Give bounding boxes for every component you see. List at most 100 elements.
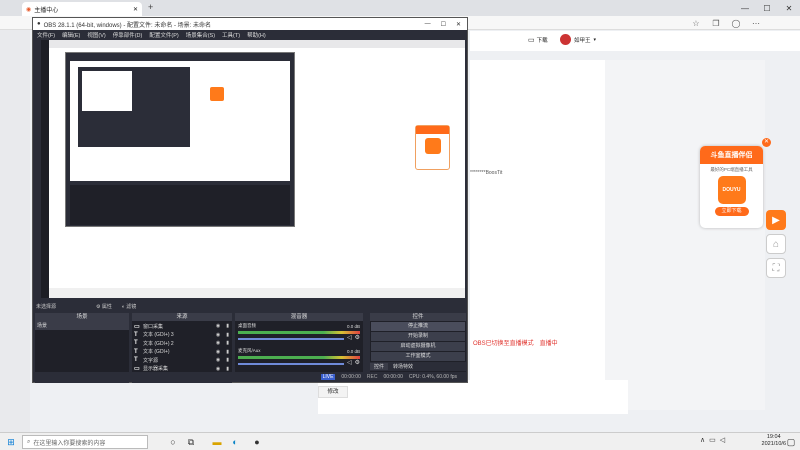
source-type-icon: T — [134, 357, 138, 364]
scenes-list[interactable]: 场景 — [35, 321, 129, 373]
gear-icon[interactable]: ⚙ — [355, 334, 360, 341]
obs-preview[interactable] — [41, 40, 465, 298]
control-button[interactable]: 启动虚拟摄像机 — [371, 342, 465, 351]
eye-icon[interactable]: ◉ — [216, 357, 220, 363]
source-item[interactable]: ▭ 窗口采集 ◉ ▮ — [132, 322, 232, 331]
control-button[interactable]: 停止推流 — [371, 322, 465, 331]
volume-icon[interactable]: ◁ — [720, 436, 725, 444]
speaker-icon[interactable]: ◁ — [347, 334, 352, 341]
channel-db: 0.0 dB — [346, 348, 360, 354]
obs-menu-item[interactable]: 工具(T) — [222, 31, 240, 39]
new-tab-button[interactable]: + — [148, 2, 153, 12]
cortana-icon[interactable]: ○ — [166, 435, 180, 449]
obs-menu-item[interactable]: 编辑(E) — [62, 31, 80, 39]
notification-icon[interactable]: ▢ — [784, 435, 798, 449]
capture-titlebar — [49, 40, 465, 48]
obs-menu-item[interactable]: 文件(F) — [37, 31, 55, 39]
scenes-dock-header: 场景 — [35, 313, 129, 321]
properties-button[interactable]: ⚙ 属性 — [96, 303, 112, 310]
tray-chevron-icon[interactable]: ∧ — [700, 436, 705, 444]
minimize-button[interactable]: — — [734, 0, 756, 16]
source-type-icon: T — [134, 348, 138, 355]
lock-icon[interactable]: ▮ — [226, 332, 229, 338]
source-item[interactable]: T 文本 (GDI+) 2 ◉ ▮ — [132, 339, 232, 348]
obs-maximize-icon[interactable]: ☐ — [441, 21, 446, 28]
more-icon[interactable]: ⋯ — [750, 17, 762, 29]
sources-list[interactable]: ▭ 窗口采集 ◉ ▮ T 文本 (GDI+) 3 ◉ ▮ T 文本 (GDI+) 2 ◉ ▮ T 文本 (… — [132, 321, 232, 381]
source-item[interactable]: T 文本 (GDI+) ◉ ▮ — [132, 348, 232, 357]
control-button[interactable]: 工作室模式 — [371, 352, 465, 361]
tab-close-icon[interactable]: ✕ — [133, 6, 138, 13]
user-name[interactable]: 如甲王 — [574, 36, 591, 44]
douyu-promo-card[interactable]: 斗鱼直播伴侣 最好的PC端直播工具 DOUYU 立即下载 — [700, 146, 763, 228]
lock-icon[interactable]: ▮ — [226, 340, 229, 346]
tab-favicon-icon: ◉ — [26, 6, 32, 13]
obs-menu-item[interactable]: 配置文件(P) — [149, 31, 178, 39]
eye-icon[interactable]: ◉ — [216, 366, 220, 372]
gear-icon[interactable]: ⚙ — [355, 359, 360, 366]
taskbar-search[interactable]: ⌕ 在这里输入你要搜索的内容 — [22, 435, 148, 449]
scene-item[interactable]: 场景 — [35, 321, 129, 330]
download-link[interactable]: 下载 — [537, 36, 548, 44]
eye-icon[interactable]: ◉ — [216, 332, 220, 338]
task-view-icon[interactable]: ⧉ — [184, 435, 198, 449]
modify-button[interactable]: 修改 — [318, 386, 348, 398]
controls-tab[interactable]: 转场特效 — [389, 363, 417, 370]
explorer-icon[interactable]: ▬ — [210, 435, 224, 449]
obs-taskbar-icon[interactable]: ● — [250, 435, 264, 449]
obs-menu-item[interactable]: 视图(V) — [87, 31, 105, 39]
eye-icon[interactable]: ◉ — [216, 340, 220, 346]
maximize-button[interactable]: ☐ — [756, 0, 778, 16]
volume-slider[interactable] — [238, 338, 344, 340]
eye-icon[interactable]: ◉ — [216, 349, 220, 355]
obs-statusbar: LIVE 00:00:00 REC 00:00:00 CPU: 0.4%, 60… — [33, 372, 467, 382]
close-icon[interactable]: ✕ — [762, 138, 771, 147]
browser-tab[interactable]: ◉ 主播中心 ✕ — [22, 2, 142, 16]
avatar[interactable] — [560, 34, 571, 45]
home-icon[interactable]: ⌂ — [766, 234, 786, 254]
lock-icon[interactable]: ▮ — [226, 323, 229, 329]
close-button[interactable]: ✕ — [778, 0, 800, 16]
collections-icon[interactable]: ❐ — [710, 17, 722, 29]
source-item[interactable]: T 文本 (GDI+) 3 ◉ ▮ — [132, 331, 232, 340]
obs-window[interactable]: ● OBS 28.1.1 (64-bit, windows) - 配置文件: 未… — [32, 17, 468, 383]
play-icon[interactable]: ▶ — [766, 210, 786, 230]
lock-icon[interactable]: ▮ — [226, 357, 229, 363]
source-item[interactable]: T 文字源 ◉ ▮ — [132, 356, 232, 365]
filters-button[interactable]: ◐ 滤镜 — [122, 303, 136, 310]
volume-slider[interactable] — [238, 363, 344, 365]
lock-icon[interactable]: ▮ — [226, 349, 229, 355]
profile-icon[interactable]: ◯ — [730, 17, 742, 29]
mixer-dock-header: 混音器 — [235, 313, 363, 321]
obs-minimize-icon[interactable]: — — [425, 21, 431, 28]
eye-icon[interactable]: ◉ — [216, 323, 220, 329]
web-content-panel — [470, 60, 605, 410]
obs-title-text: OBS 28.1.1 (64-bit, windows) - 配置文件: 未命名… — [43, 22, 211, 29]
source-label: 窗口采集 — [143, 323, 164, 330]
obs-titlebar: ● OBS 28.1.1 (64-bit, windows) - 配置文件: 未… — [33, 18, 467, 30]
network-icon[interactable]: ▭ — [709, 436, 716, 444]
speaker-icon[interactable]: ◁ — [347, 359, 352, 366]
control-button[interactable]: 开始录制 — [371, 332, 465, 341]
channel-db: 0.0 dB — [346, 323, 360, 329]
obs-close-icon[interactable]: ✕ — [456, 21, 461, 28]
preview-douyu-card — [415, 125, 450, 170]
chevron-down-icon[interactable]: ▾ — [594, 37, 597, 43]
controls-dock-header: 控件 — [370, 313, 466, 321]
controls-tab[interactable]: 控件 — [370, 363, 389, 370]
taskbar-clock[interactable]: 19:04 2021/10/6 — [762, 434, 786, 448]
obs-menu-item[interactable]: 停靠部件(D) — [113, 31, 143, 39]
source-type-icon: T — [134, 340, 138, 347]
obs-menu-item[interactable]: 场景集合(S) — [186, 31, 215, 39]
lock-icon[interactable]: ▮ — [226, 366, 229, 372]
download-promo-button[interactable]: 立即下载 — [714, 207, 749, 216]
edge-icon[interactable]: ◐ — [228, 435, 242, 449]
obs-menu-item[interactable]: 帮助(H) — [247, 31, 266, 39]
favorites-icon[interactable]: ☆ — [690, 17, 702, 29]
source-type-icon: ▭ — [134, 323, 140, 330]
channel-name: 桌面音频 — [238, 323, 256, 328]
mixer-channel: 桌面音频 0.0 dB ◁ ⚙ — [235, 321, 363, 346]
fullscreen-icon[interactable]: ⛶ — [766, 258, 786, 278]
source-label: 文字源 — [143, 357, 159, 364]
windows-start-icon[interactable]: ⊞ — [4, 435, 18, 449]
